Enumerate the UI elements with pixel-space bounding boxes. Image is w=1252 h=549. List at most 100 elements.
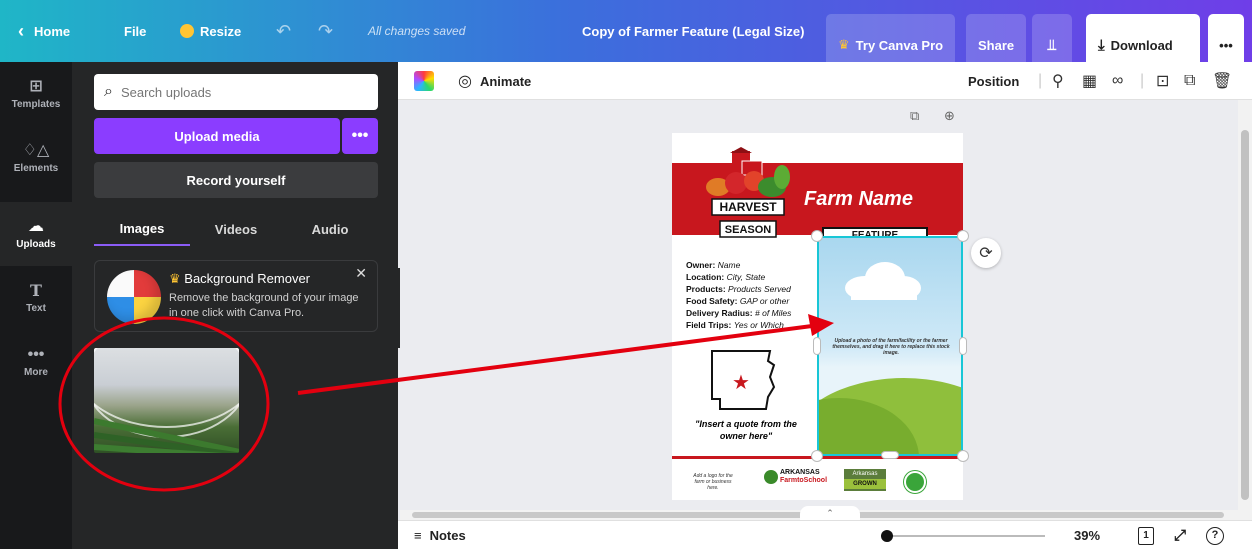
- resize-button[interactable]: Resize: [180, 0, 241, 62]
- info-row: Food Safety: GAP or other: [686, 295, 826, 307]
- promo-description: Remove the background of your image in o…: [169, 292, 359, 319]
- record-yourself-button[interactable]: Record yourself: [94, 162, 378, 198]
- fullscreen-icon[interactable]: ⤢: [1174, 521, 1186, 549]
- resize-handle-bl[interactable]: [812, 451, 822, 461]
- duplicate-icon[interactable]: ⧉: [1184, 62, 1195, 100]
- link-icon[interactable]: ∞: [1112, 62, 1123, 100]
- zoom-slider-knob[interactable]: [881, 530, 893, 542]
- uploads-icon: ☁: [28, 217, 44, 235]
- help-icon: ?: [1206, 526, 1224, 545]
- undo-icon[interactable]: ↶: [276, 0, 291, 62]
- trash-icon[interactable]: 🗑: [1212, 62, 1232, 100]
- info-label: Owner:: [686, 260, 716, 270]
- vertical-scrollbar[interactable]: [1238, 100, 1252, 520]
- arkansas-grown-logo[interactable]: Arkansas GROWN: [844, 469, 886, 491]
- resize-handle-tl[interactable]: [812, 231, 822, 241]
- text-icon: T: [30, 280, 42, 300]
- feature-image-hint: Upload a photo of the farm/facility or t…: [832, 338, 950, 356]
- resize-handle-tr[interactable]: [958, 231, 968, 241]
- page-count: 1: [1138, 526, 1154, 545]
- background-remover-promo[interactable]: ♛ Background Remover Remove the backgrou…: [94, 260, 378, 332]
- redo-icon[interactable]: ↷: [318, 0, 333, 62]
- rail-item-templates[interactable]: ⊞ Templates: [0, 62, 72, 126]
- duplicate-page-icon[interactable]: ⧉: [910, 108, 919, 124]
- owner-quote[interactable]: "Insert a quote from the owner here": [686, 418, 806, 442]
- scroll-thumb[interactable]: [1241, 130, 1249, 500]
- home-label: Home: [34, 23, 71, 39]
- lock-icon[interactable]: ⊡: [1156, 62, 1169, 100]
- resize-handle-bottom[interactable]: [882, 452, 898, 458]
- help-button[interactable]: ?: [1206, 521, 1224, 549]
- home-button[interactable]: ‹ Home: [18, 0, 70, 62]
- rail-item-text[interactable]: T Text: [0, 266, 72, 330]
- info-row: Location: City, State: [686, 271, 826, 283]
- promo-title: ♛ Background Remover: [169, 271, 310, 287]
- info-label: Food Safety:: [686, 296, 738, 306]
- add-page-icon[interactable]: ⊕: [944, 108, 955, 124]
- resize-handle-br[interactable]: [958, 451, 968, 461]
- file-menu[interactable]: File: [124, 0, 146, 62]
- elements-icon: ♢△: [22, 141, 50, 159]
- harvest-season-logo[interactable]: HARVEST SEASON: [702, 147, 797, 242]
- rail-item-elements[interactable]: ♢△ Elements: [0, 126, 72, 190]
- info-label: Location:: [686, 272, 725, 282]
- info-row: Delivery Radius: # of Miles: [686, 307, 826, 319]
- farm-to-school-logo[interactable]: ARKANSAS FarmtoSchool: [764, 469, 827, 485]
- document-title[interactable]: Copy of Farmer Feature (Legal Size): [582, 0, 805, 62]
- tab-videos[interactable]: Videos: [188, 212, 284, 246]
- rotate-icon[interactable]: ⟳: [971, 238, 1001, 268]
- upload-more-button[interactable]: •••: [342, 118, 378, 154]
- transparency-icon[interactable]: ▦: [1082, 62, 1097, 100]
- fts-line1: ARKANSAS: [779, 469, 820, 476]
- logo-text-harvest: HARVEST: [719, 200, 777, 214]
- uploaded-image-greenhouse[interactable]: [94, 348, 239, 453]
- farm-name-heading[interactable]: Farm Name: [804, 188, 913, 211]
- top-bar: ‹ Home File Resize ↶ ↷ All changes saved…: [0, 0, 1252, 76]
- resize-handle-right[interactable]: [960, 338, 966, 354]
- left-rail: ⊞ Templates ♢△ Elements ☁ Uploads T Text…: [0, 62, 72, 549]
- rail-label: Uploads: [16, 238, 56, 250]
- notes-label: Notes: [429, 528, 466, 543]
- info-value: Yes or Which: [733, 320, 784, 330]
- show-pages-button[interactable]: ⌃: [800, 506, 860, 520]
- search-box[interactable]: ⌕: [94, 74, 378, 110]
- rail-label: Text: [26, 302, 46, 314]
- chevron-left-icon: ‹: [18, 20, 24, 41]
- feature-image-placeholder[interactable]: Upload a photo of the farm/facility or t…: [817, 236, 963, 456]
- resize-handle-left[interactable]: [814, 338, 820, 354]
- promo-title-text: Background Remover: [184, 271, 311, 286]
- info-value: Products Served: [728, 284, 791, 294]
- arkansas-map-icon[interactable]: ★: [708, 347, 780, 413]
- paint-roller-icon[interactable]: ⚲: [1052, 62, 1064, 100]
- download-label: Download: [1110, 37, 1173, 53]
- beach-ball-icon: [107, 270, 161, 324]
- zoom-level[interactable]: 39%: [1074, 521, 1100, 549]
- tab-images[interactable]: Images: [94, 212, 190, 246]
- green-badge-logo[interactable]: [904, 471, 926, 493]
- position-button[interactable]: Position: [968, 62, 1019, 100]
- info-row: Field Trips: Yes or Which: [686, 319, 826, 331]
- page-count-button[interactable]: 1: [1138, 521, 1154, 549]
- tab-audio[interactable]: Audio: [282, 212, 378, 246]
- close-icon[interactable]: ✕: [355, 265, 367, 282]
- info-value: GAP or other: [739, 296, 790, 306]
- info-value: # of Miles: [755, 308, 792, 318]
- divider: |: [1140, 72, 1145, 89]
- logo-placeholder-text[interactable]: Add a logo for the farm or business here…: [690, 473, 736, 491]
- crown-icon: ♛: [838, 37, 850, 52]
- zoom-slider[interactable]: [881, 530, 1045, 542]
- rail-label: Elements: [13, 162, 59, 174]
- upload-media-button[interactable]: Upload media: [94, 118, 340, 154]
- resize-label: Resize: [200, 23, 242, 39]
- farm-info-block[interactable]: Owner: Name Location: City, State Produc…: [686, 259, 826, 331]
- rail-item-more[interactable]: ••• More: [0, 330, 72, 394]
- info-label: Field Trips:: [686, 320, 732, 330]
- info-label: Products:: [686, 284, 726, 294]
- search-input[interactable]: [120, 84, 361, 100]
- svg-text:★: ★: [732, 370, 750, 394]
- notes-button[interactable]: ≡ Notes: [414, 521, 466, 549]
- color-picker-icon[interactable]: [414, 71, 434, 91]
- animate-button[interactable]: ◎ Animate: [458, 62, 531, 100]
- search-icon: ⌕: [104, 83, 113, 100]
- rail-item-uploads[interactable]: ☁ Uploads: [0, 202, 72, 266]
